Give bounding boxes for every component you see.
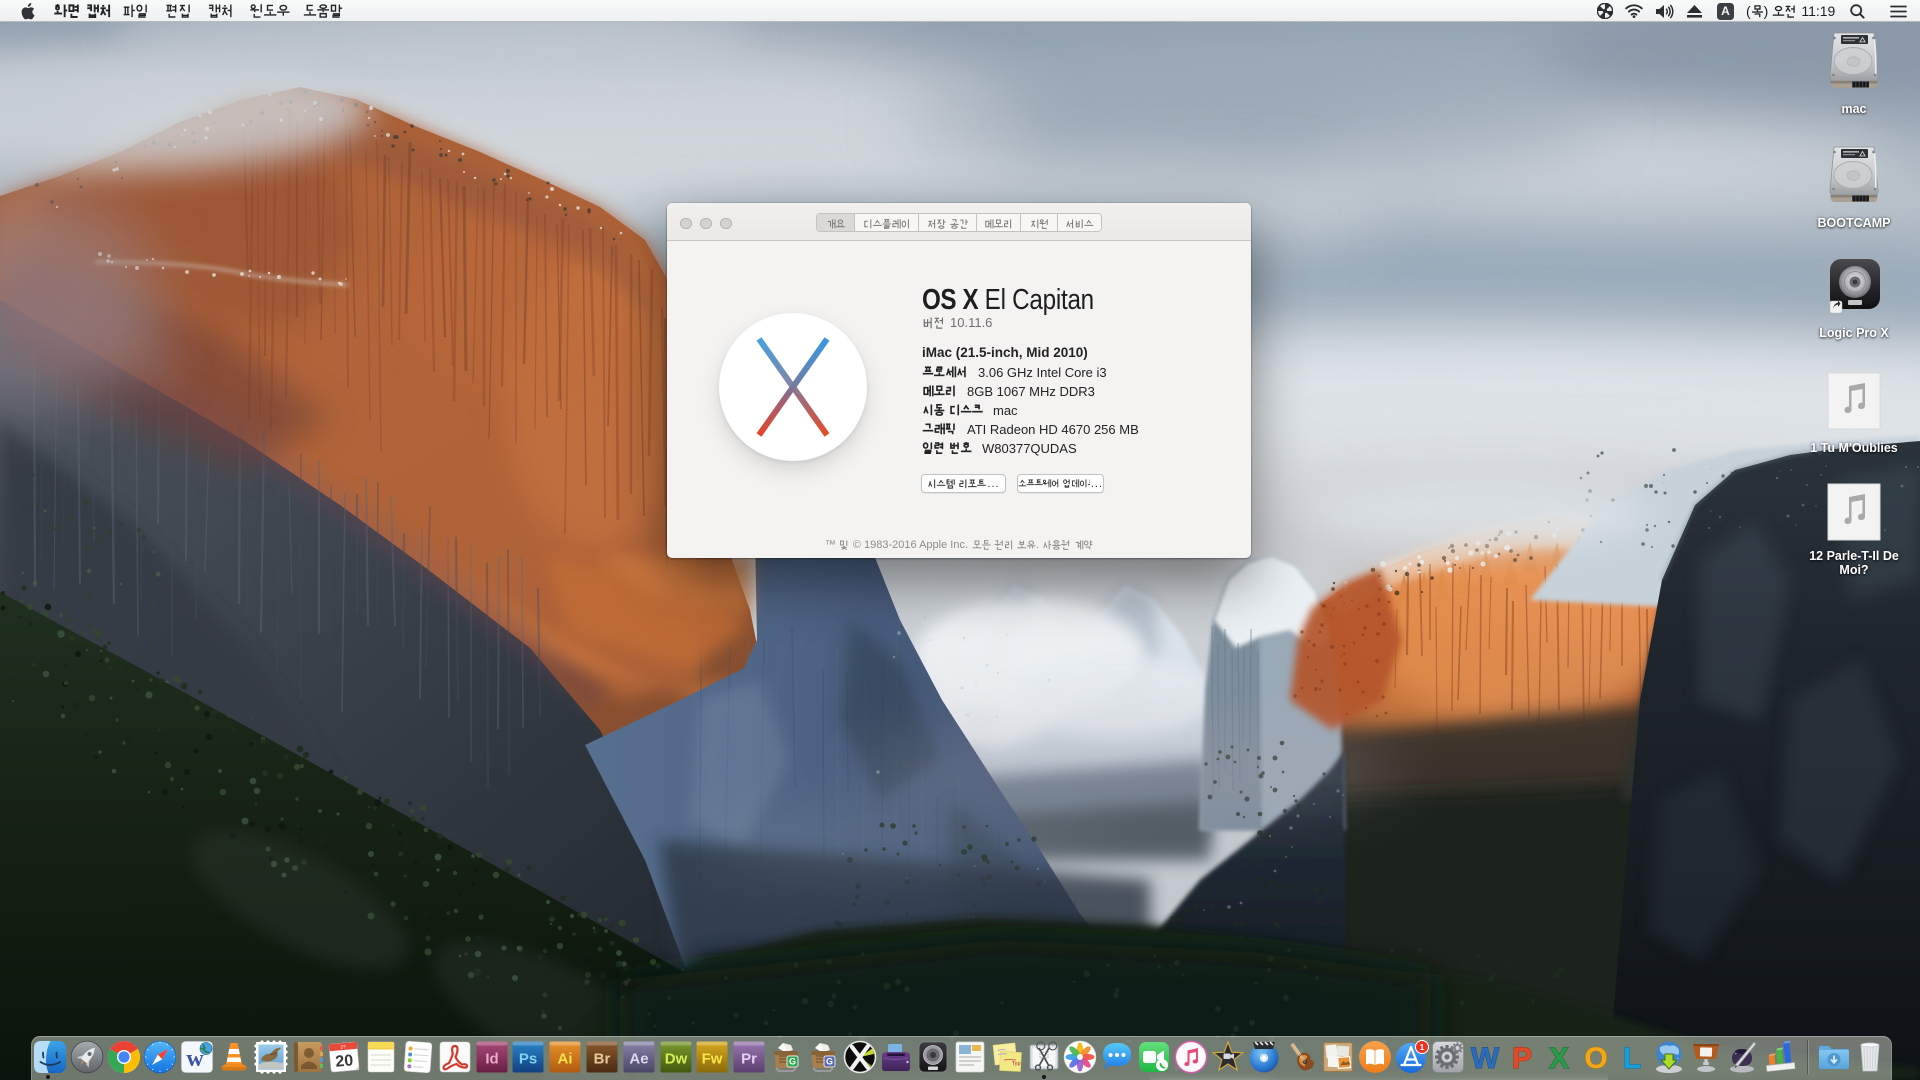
svg-text:Id: Id [485, 1051, 498, 1068]
svg-text:X: X [1549, 1042, 1569, 1074]
svg-text:Typ: Typ [1012, 1061, 1021, 1067]
svg-text:Ae: Ae [629, 1051, 648, 1068]
svg-text:Pr: Pr [741, 1051, 757, 1068]
svg-text:1: 1 [1420, 1042, 1425, 1052]
svg-text:W: W [1471, 1042, 1500, 1074]
svg-text:Br: Br [594, 1051, 611, 1068]
svg-text:Dw: Dw [665, 1051, 688, 1068]
svg-text:G: G [789, 1057, 796, 1067]
svg-text:Ai: Ai [558, 1051, 573, 1068]
svg-text:20: 20 [335, 1052, 354, 1070]
svg-text:Ps: Ps [519, 1051, 537, 1068]
svg-text:O: O [1584, 1042, 1607, 1074]
svg-text:2?: 2? [340, 1044, 346, 1049]
svg-text:Fw: Fw [702, 1051, 723, 1068]
svg-text:P: P [1512, 1042, 1532, 1074]
svg-text:L: L [1623, 1042, 1641, 1074]
svg-text:G: G [826, 1057, 833, 1067]
